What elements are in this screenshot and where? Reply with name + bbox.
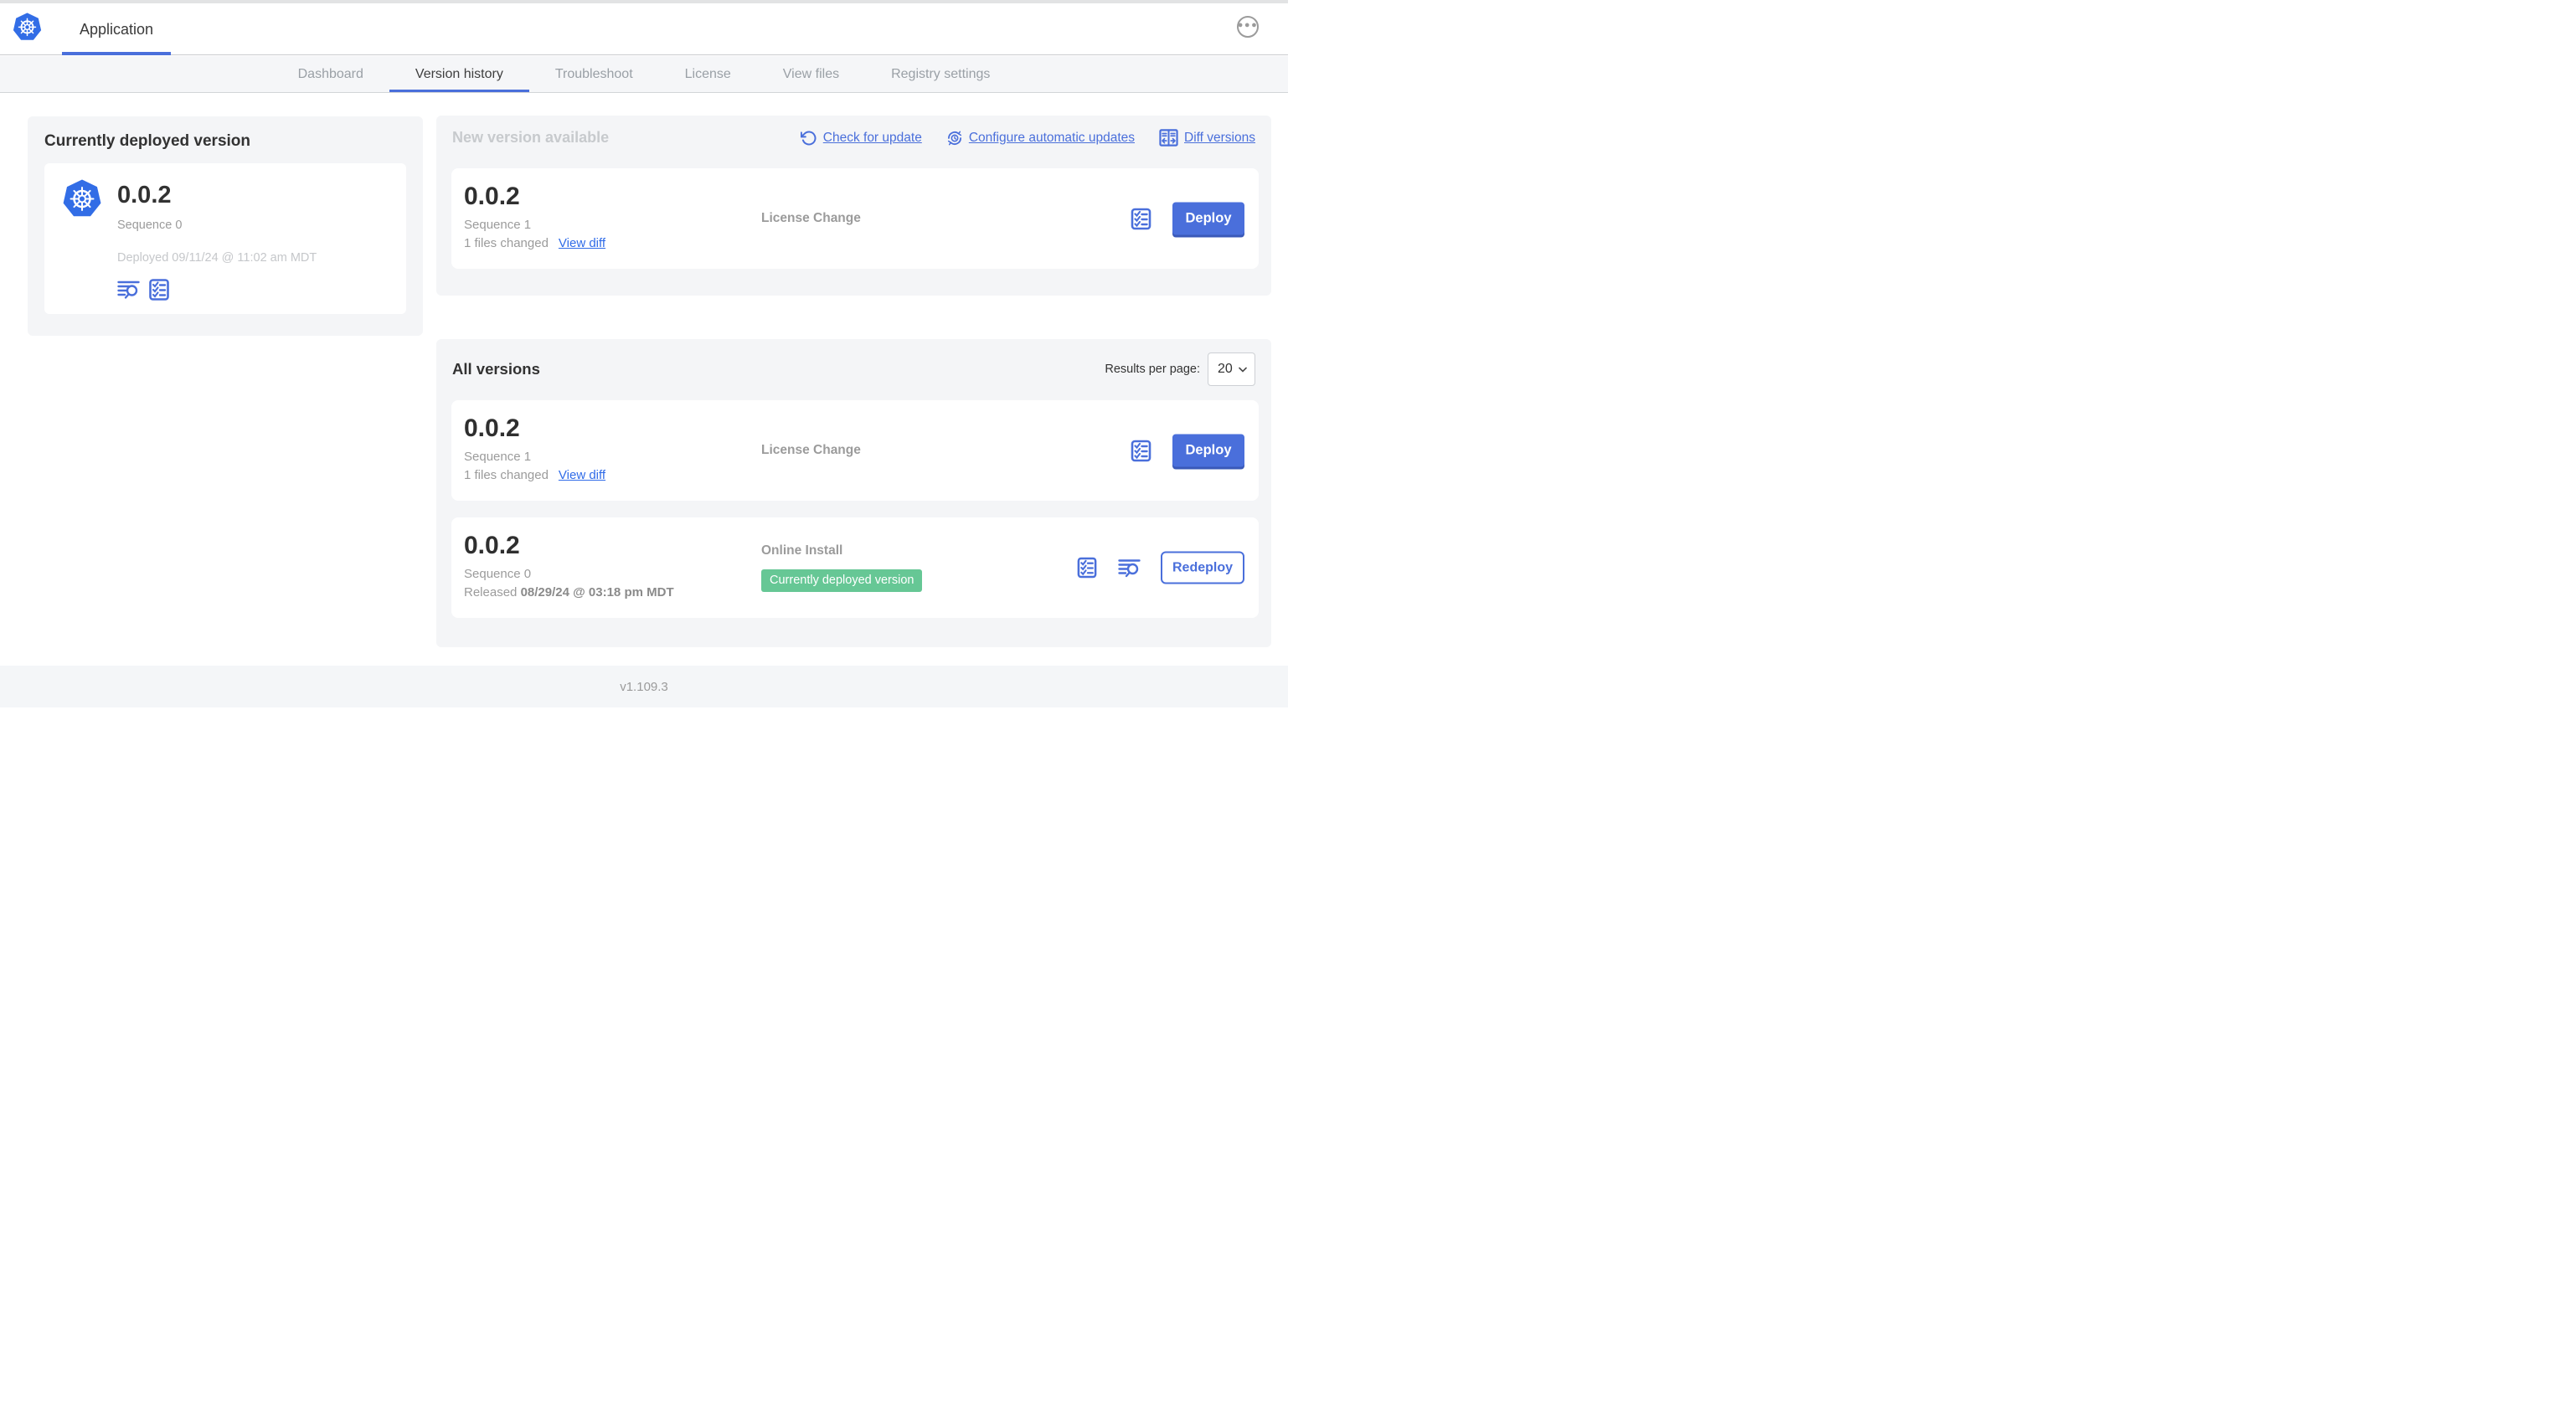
version-change-type: Online Install — [761, 543, 843, 558]
app-tab[interactable]: Application — [62, 3, 171, 55]
view-diff-link[interactable]: View diff — [559, 468, 605, 482]
new-version-panel: New version available Check for update C… — [436, 116, 1271, 296]
window-edge-strip — [0, 0, 1288, 3]
check-for-update-label: Check for update — [822, 130, 922, 145]
kubernetes-app-icon — [63, 179, 101, 217]
tab-dashboard[interactable]: Dashboard — [272, 56, 389, 92]
results-per-page-value: 20 — [1218, 362, 1233, 376]
currently-deployed-panel: Currently deployed version 0.0.2 Sequenc… — [28, 116, 423, 336]
tab-troubleshoot[interactable]: Troubleshoot — [529, 56, 659, 92]
view-logs-icon[interactable] — [1118, 558, 1141, 578]
all-versions-title: All versions — [452, 360, 540, 378]
view-logs-icon[interactable] — [117, 280, 140, 300]
preflight-checks-icon[interactable] — [1130, 440, 1152, 461]
app-tab-label: Application — [79, 20, 154, 38]
tab-license[interactable]: License — [659, 56, 757, 92]
tab-version-history[interactable]: Version history — [389, 56, 529, 92]
top-bar: Application ●●● — [0, 0, 1288, 55]
footer: v1.109.3 — [0, 666, 1288, 708]
check-for-update-link[interactable]: Check for update — [800, 130, 922, 147]
released-label: Released — [464, 584, 518, 599]
new-version-title: New version available — [452, 129, 610, 146]
deployed-sequence: Sequence 0 — [117, 218, 183, 232]
ellipsis-icon: ●●● — [1237, 19, 1259, 30]
version-row: 0.0.2 Sequence 0 Released 08/29/24 @ 03:… — [451, 517, 1259, 618]
deployed-timestamp: Deployed 09/11/24 @ 11:02 am MDT — [117, 250, 317, 265]
more-options-button[interactable]: ●●● — [1237, 16, 1259, 38]
files-changed-text: 1 files changed — [464, 235, 549, 250]
all-versions-panel: All versions Results per page: 20 0.0.2 … — [436, 339, 1271, 647]
files-changed-text: 1 files changed — [464, 467, 549, 482]
refresh-ccw-icon — [800, 131, 817, 145]
version-number: 0.0.2 — [464, 532, 520, 559]
version-row: 0.0.2 Sequence 1 1 files changed View di… — [451, 400, 1259, 501]
schedule-update-icon — [947, 131, 961, 145]
kubernetes-logo-icon — [13, 13, 42, 40]
version-change-type: License Change — [761, 443, 861, 457]
configure-automatic-updates-link[interactable]: Configure automatic updates — [946, 130, 1135, 147]
preflight-checks-icon[interactable] — [1076, 557, 1098, 579]
currently-deployed-badge: Currently deployed version — [761, 569, 923, 592]
results-per-page-select[interactable]: 20 — [1208, 352, 1255, 386]
version-change-type: License Change — [761, 211, 861, 225]
preflight-checks-icon[interactable] — [1130, 208, 1152, 229]
deploy-button[interactable]: Deploy — [1172, 202, 1244, 235]
tab-registry-settings[interactable]: Registry settings — [865, 56, 1016, 92]
currently-deployed-title: Currently deployed version — [44, 132, 251, 150]
diff-icon — [1159, 129, 1178, 147]
deploy-button[interactable]: Deploy — [1172, 434, 1244, 467]
released-timestamp: 08/29/24 @ 03:18 pm MDT — [520, 584, 674, 599]
new-version-card: 0.0.2 Sequence 1 1 files changed View di… — [451, 168, 1259, 269]
version-sequence: Sequence 1 — [464, 449, 532, 464]
diff-versions-link[interactable]: Diff versions — [1159, 129, 1255, 147]
admin-console-version: v1.109.3 — [620, 679, 668, 694]
version-sequence: Sequence 1 — [464, 217, 532, 232]
app-nav-tabs: Dashboard Version history Troubleshoot L… — [0, 56, 1288, 93]
view-diff-link[interactable]: View diff — [559, 236, 605, 250]
deployed-version-card: 0.0.2 Sequence 0 Deployed 09/11/24 @ 11:… — [44, 163, 406, 314]
version-number: 0.0.2 — [464, 183, 520, 210]
version-number: 0.0.2 — [464, 414, 520, 442]
tab-view-files[interactable]: View files — [757, 56, 865, 92]
deployed-version-number: 0.0.2 — [117, 182, 172, 208]
chevron-down-icon — [1239, 367, 1247, 373]
redeploy-button[interactable]: Redeploy — [1161, 551, 1244, 584]
version-sequence: Sequence 0 — [464, 566, 532, 581]
configure-automatic-updates-label: Configure automatic updates — [968, 130, 1135, 145]
results-per-page-label: Results per page: — [1105, 363, 1200, 376]
diff-versions-label: Diff versions — [1184, 130, 1255, 145]
preflight-checks-icon[interactable] — [149, 279, 169, 301]
